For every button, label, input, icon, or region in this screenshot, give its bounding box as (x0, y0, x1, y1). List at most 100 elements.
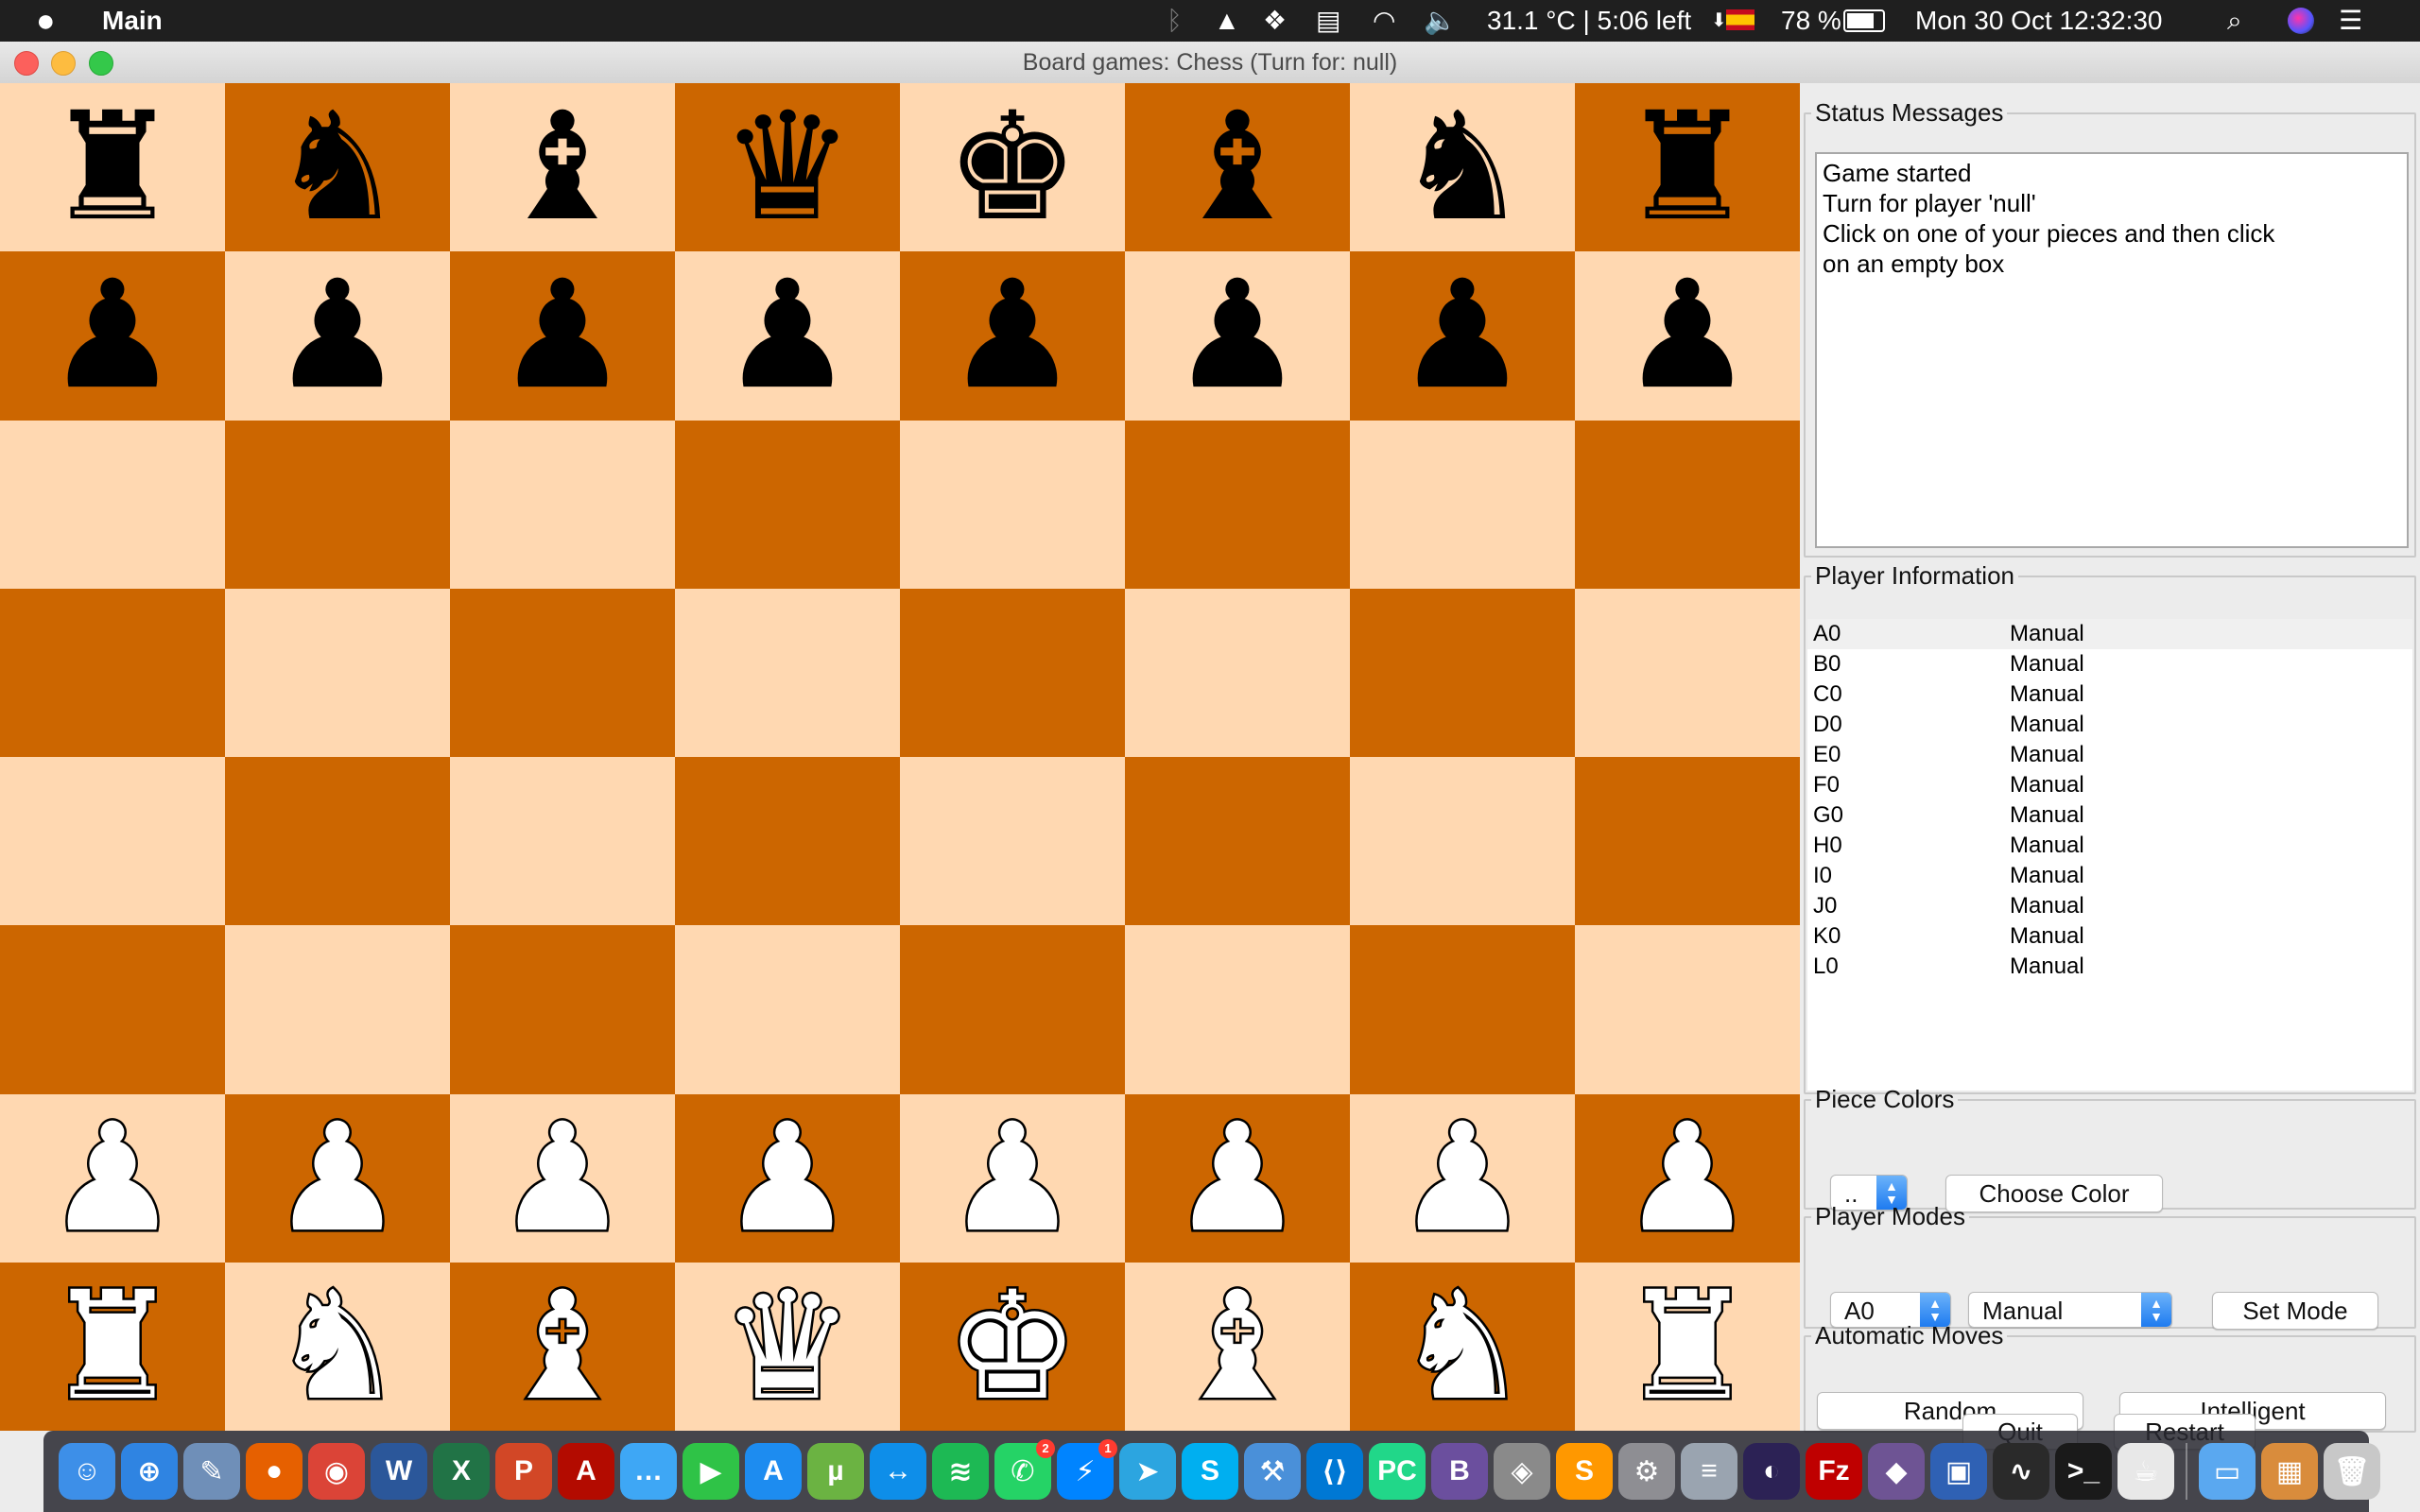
black-pawn-icon[interactable]: ♟ (1395, 261, 1530, 410)
white-pawn-icon[interactable]: ♟ (943, 1101, 1082, 1255)
eclipse-icon[interactable]: ◐ (1743, 1443, 1800, 1500)
square-d1[interactable]: ♛ (675, 1262, 900, 1431)
volume-icon[interactable]: 🔈 (1424, 0, 1457, 42)
black-rook-icon[interactable]: ♜ (45, 93, 180, 242)
terminal-icon[interactable]: >_ (2055, 1443, 2112, 1500)
white-rook-icon[interactable]: ♜ (1618, 1269, 1757, 1423)
square-f6[interactable] (1125, 420, 1350, 589)
black-knight-icon[interactable]: ♞ (270, 93, 405, 242)
table-row[interactable]: E0 Manual (1807, 740, 2412, 770)
square-h6[interactable] (1575, 420, 1800, 589)
skype-icon[interactable]: S (1182, 1443, 1238, 1500)
square-b1[interactable]: ♞ (225, 1262, 450, 1431)
square-c6[interactable] (450, 420, 675, 589)
square-h5[interactable] (1575, 588, 1800, 757)
black-pawn-icon[interactable]: ♟ (1170, 261, 1305, 410)
square-a7[interactable]: ♟ (0, 251, 225, 421)
square-g7[interactable]: ♟ (1350, 251, 1575, 421)
black-pawn-icon[interactable]: ♟ (945, 261, 1080, 410)
square-e3[interactable] (900, 925, 1125, 1094)
wifi-icon[interactable]: ◠ (1373, 0, 1395, 42)
white-pawn-icon[interactable]: ♟ (268, 1101, 407, 1255)
table-row[interactable]: J0 Manual (1807, 891, 2412, 921)
square-e4[interactable] (900, 757, 1125, 926)
square-c8[interactable]: ♝ (450, 83, 675, 252)
title-bar[interactable]: Board games: Chess (Turn for: null) (0, 42, 2420, 84)
chess-board-icon[interactable]: ▦ (2261, 1443, 2318, 1500)
square-b3[interactable] (225, 925, 450, 1094)
black-queen-icon[interactable]: ♛ (720, 93, 855, 242)
square-f8[interactable]: ♝ (1125, 83, 1350, 252)
square-d6[interactable] (675, 420, 900, 589)
square-a1[interactable]: ♜ (0, 1262, 225, 1431)
square-e7[interactable]: ♟ (900, 251, 1125, 421)
temperature-battery-readout[interactable]: 31.1 °C | 5:06 left (1487, 0, 1691, 42)
square-d3[interactable] (675, 925, 900, 1094)
table-row[interactable]: B0 Manual (1807, 649, 2412, 679)
table-row[interactable]: I0 Manual (1807, 861, 2412, 891)
square-f2[interactable]: ♟ (1125, 1093, 1350, 1263)
messages-icon[interactable]: … (620, 1443, 677, 1500)
activity-monitor-icon[interactable]: ∿ (1993, 1443, 2049, 1500)
black-pawn-icon[interactable]: ♟ (495, 261, 630, 410)
square-c2[interactable]: ♟ (450, 1093, 675, 1263)
white-pawn-icon[interactable]: ♟ (43, 1101, 182, 1255)
white-knight-icon[interactable]: ♞ (268, 1269, 407, 1423)
square-a2[interactable]: ♟ (0, 1093, 225, 1263)
black-king-icon[interactable]: ♚ (945, 93, 1080, 242)
square-c1[interactable]: ♝ (450, 1262, 675, 1431)
app-menu-title[interactable]: Main (102, 0, 163, 42)
square-a8[interactable]: ♜ (0, 83, 225, 252)
black-knight-icon[interactable]: ♞ (1395, 93, 1530, 242)
square-h3[interactable] (1575, 925, 1800, 1094)
white-pawn-icon[interactable]: ♟ (1618, 1101, 1757, 1255)
word-icon[interactable]: W (371, 1443, 427, 1500)
square-d2[interactable]: ♟ (675, 1093, 900, 1263)
square-f5[interactable] (1125, 588, 1350, 757)
teamviewer-icon[interactable]: ↔ (870, 1443, 926, 1500)
google-drive-icon[interactable]: ▲ (1214, 0, 1240, 42)
java-icon[interactable]: ☕ (2118, 1443, 2174, 1500)
white-queen-icon[interactable]: ♛ (718, 1269, 857, 1423)
square-b7[interactable]: ♟ (225, 251, 450, 421)
clock[interactable]: Mon 30 Oct 12:32:30 (1915, 0, 2163, 42)
virtualbox-icon[interactable]: ▣ (1930, 1443, 1987, 1500)
sublime-icon[interactable]: S (1556, 1443, 1613, 1500)
table-row[interactable]: L0 Manual (1807, 952, 2412, 982)
dropbox-icon[interactable]: ❖ (1263, 0, 1287, 42)
square-h4[interactable] (1575, 757, 1800, 926)
square-a6[interactable] (0, 420, 225, 589)
github-icon[interactable]: ◆ (1868, 1443, 1925, 1500)
bluetooth-icon[interactable]: ᛒ (1167, 0, 1183, 42)
square-g3[interactable] (1350, 925, 1575, 1094)
white-pawn-icon[interactable]: ♟ (1393, 1101, 1532, 1255)
table-row[interactable]: D0 Manual (1807, 710, 2412, 740)
trash-icon[interactable]: 🗑 (2324, 1443, 2380, 1500)
square-c7[interactable]: ♟ (450, 251, 675, 421)
square-b2[interactable]: ♟ (225, 1093, 450, 1263)
spotify-icon[interactable]: ≋ (932, 1443, 989, 1500)
app-store-icon[interactable]: A (745, 1443, 802, 1500)
square-f1[interactable]: ♝ (1125, 1262, 1350, 1431)
square-e2[interactable]: ♟ (900, 1093, 1125, 1263)
black-rook-icon[interactable]: ♜ (1620, 93, 1754, 242)
table-row[interactable]: F0 Manual (1807, 770, 2412, 800)
square-b6[interactable] (225, 420, 450, 589)
square-b5[interactable] (225, 588, 450, 757)
safari-icon[interactable]: ⊕ (121, 1443, 178, 1500)
eagle-icon[interactable]: ◈ (1494, 1443, 1550, 1500)
black-pawn-icon[interactable]: ♟ (720, 261, 855, 410)
vscode-icon[interactable]: ⟨⟩ (1306, 1443, 1363, 1500)
telegram-icon[interactable]: ➤ (1119, 1443, 1176, 1500)
utorrent-icon[interactable]: µ (807, 1443, 864, 1500)
square-c5[interactable] (450, 588, 675, 757)
table-row[interactable]: C0 Manual (1807, 679, 2412, 710)
player-information-table[interactable]: A0 Manual B0 Manual C0 Manual D0 Manual E0 Manual… (1807, 619, 2412, 1091)
spotlight-icon[interactable]: ⌕ (2227, 0, 2242, 42)
excel-icon[interactable]: X (433, 1443, 490, 1500)
square-h7[interactable]: ♟ (1575, 251, 1800, 421)
square-h8[interactable]: ♜ (1575, 83, 1800, 252)
xcode-icon[interactable]: ⚒ (1244, 1443, 1301, 1500)
black-pawn-icon[interactable]: ♟ (1620, 261, 1754, 410)
input-source-flag-icon[interactable] (1726, 0, 1754, 42)
